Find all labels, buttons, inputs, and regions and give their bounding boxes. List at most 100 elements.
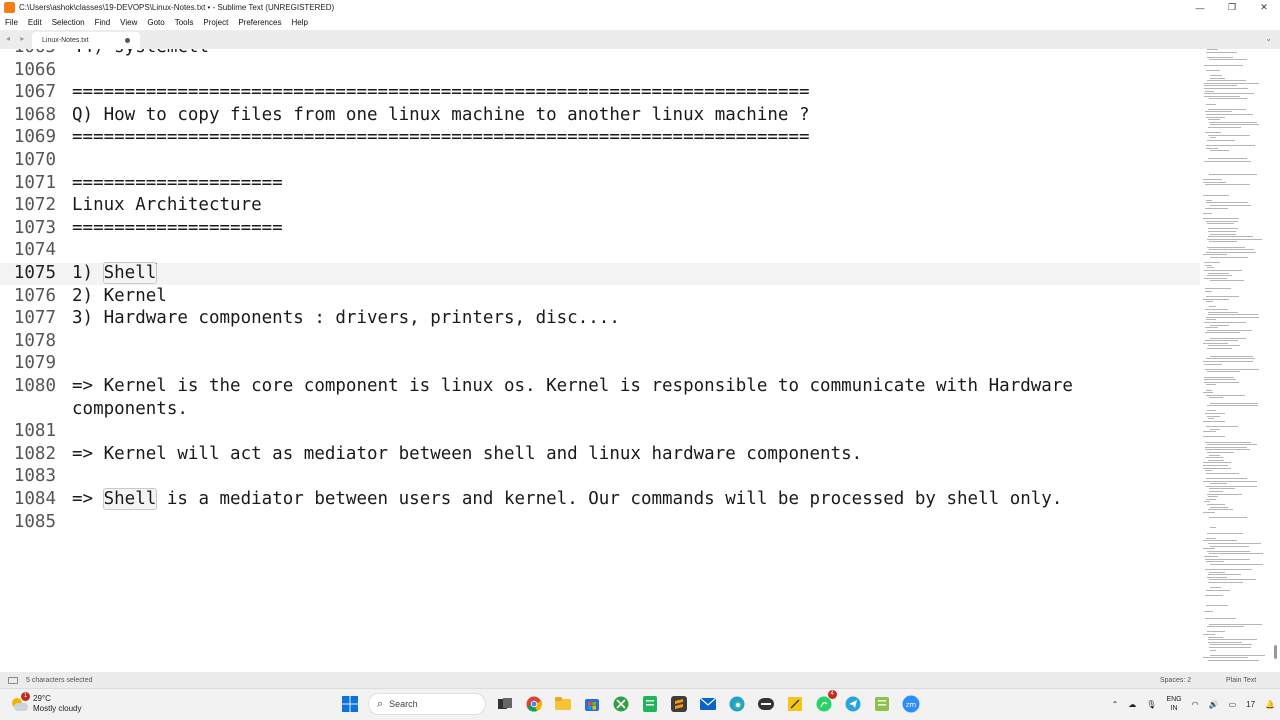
tab-nav-arrows[interactable]: ◂ ▸ [6,34,28,43]
line-text[interactable]: 3) Hardware components : drivers, printe… [72,308,620,328]
store-icon[interactable] [581,693,603,715]
minimap-line [1204,82,1259,84]
scroll-thumb[interactable] [1274,645,1277,659]
vertical-scrollbar[interactable] [1272,49,1280,669]
indentation-status[interactable]: Spaces: 2 [1160,677,1191,684]
clock-time[interactable]: 17 [1246,700,1255,709]
line-text[interactable]: ==================== [72,173,283,193]
minimize-button[interactable]: — [1184,0,1216,15]
volume-icon[interactable]: 🔊 [1209,700,1219,709]
minimap-line [1210,483,1227,485]
taskbar-search-input[interactable]: ⌕ Search [368,693,486,715]
menu-edit[interactable]: Edit [23,18,47,27]
editor-line[interactable]: 1069 ====================================… [0,127,1200,149]
microphone-icon[interactable]: 🎙 [1146,700,1156,709]
minimap-line [1205,111,1232,113]
line-text[interactable]: components. [72,399,188,419]
edge-icon[interactable] [726,693,748,715]
menu-view[interactable]: View [115,18,142,27]
wifi-icon[interactable]: ◠ [1192,700,1199,709]
panel-toggle-icon[interactable] [8,676,18,684]
battery-icon[interactable]: ▭ [1229,700,1237,709]
line-number: 1072 [13,195,56,216]
file-explorer-icon[interactable] [552,693,574,715]
line-text[interactable]: ========================================… [72,82,810,102]
line-text[interactable]: ========================================… [72,127,810,147]
editor-line[interactable]: 1080 => Kernel is the core component is l… [0,376,1200,398]
mail-icon[interactable] [697,693,719,715]
xbox-icon[interactable] [610,693,632,715]
line-text[interactable]: 44) systemctl [72,49,209,57]
sublime-text-icon[interactable] [668,693,690,715]
editor-line[interactable]: 1066 [0,60,1200,82]
tab-linux-notes[interactable]: Linux-Notes.txt [32,32,140,49]
editor-line[interactable]: 1075 1) Shell [0,262,1200,285]
menu-help[interactable]: Help [286,18,312,27]
editor-line[interactable]: 1076 2) Kernel [0,286,1200,308]
editor-line[interactable]: 1065 44) systemctl [0,49,1200,59]
editor-line[interactable]: 1083 [0,466,1200,488]
menu-file[interactable]: File [0,18,23,27]
minimap-line [1210,137,1216,139]
windows-start-icon[interactable] [339,693,361,715]
editor-line[interactable]: components. [0,399,1200,421]
notepad-green-icon[interactable] [639,693,661,715]
editor-line[interactable]: 1078 [0,331,1200,353]
media-player-icon[interactable] [755,693,777,715]
menu-selection[interactable]: Selection [47,18,90,27]
menu-goto[interactable]: Goto [142,18,169,27]
editor-area[interactable]: 1065 44) systemctl 10661067 ===============… [0,49,1200,669]
notifications-icon[interactable]: 🔔 [1265,700,1275,709]
editor-line[interactable]: 1070 [0,150,1200,172]
menu-find[interactable]: Find [90,18,116,27]
line-text[interactable]: 1) Shell [72,262,158,284]
syntax-status[interactable]: Plain Text [1226,677,1256,684]
line-text[interactable]: => Shell is a mediator between users and… [72,488,1062,510]
editor-line[interactable]: 1081 [0,421,1200,443]
telegram-icon[interactable] [842,693,864,715]
language-indicator[interactable]: ENG IN [1166,695,1181,713]
menu-preferences[interactable]: Preferences [233,18,286,27]
line-text[interactable]: 2) Kernel [72,286,167,306]
editor-line[interactable]: 1074 [0,240,1200,262]
notepadpp-icon[interactable] [871,693,893,715]
editor-line[interactable]: 1084 => Shell is a mediator between users… [0,488,1200,511]
editor-line[interactable]: 1071 ==================== [0,173,1200,195]
editor-line[interactable]: 1067 ====================================… [0,82,1200,104]
maximize-button[interactable]: ❐ [1216,0,1248,15]
task-view-icon[interactable] [494,693,516,715]
menu-tools[interactable]: Tools [170,18,199,27]
editor-line[interactable]: 1068 Q) How to copy files from one linux … [0,105,1200,127]
menu-project[interactable]: Project [198,18,233,27]
whatsapp-icon[interactable]: 4 [813,690,837,715]
line-number: 1081 [13,421,56,442]
selected-text[interactable]: Shell [102,262,158,284]
editor-line[interactable]: 1079 [0,353,1200,375]
line-text[interactable]: => Kernel will act as mediator between s… [72,444,862,464]
editor-line[interactable]: 1082 => Kernel will act as mediator betwe… [0,444,1200,466]
minimap-line [1203,465,1228,466]
minimap-line [1207,246,1245,248]
line-text[interactable]: Q) How to copy files from one linux mach… [72,105,810,125]
cloud-sync-icon[interactable]: ☁ [1128,700,1136,709]
minimap-line [1209,647,1251,648]
editor-line[interactable]: 1085 [0,512,1200,534]
minimap-line [1205,470,1212,472]
show-hidden-icons-icon[interactable]: ⌃ [1112,700,1119,709]
unsaved-dot-icon[interactable] [125,38,130,43]
tab-dropdown-icon[interactable]: ⌄ [1265,34,1272,43]
line-text[interactable]: ==================== [72,218,283,238]
line-text[interactable]: => Kernel is the core component is linux… [72,376,1073,396]
selected-text[interactable]: Shell [102,488,158,510]
line-text[interactable]: Linux Architecture [72,195,262,215]
editor-line[interactable]: 1072 Linux Architecture [0,195,1200,217]
sticky-notes-icon[interactable] [784,693,806,715]
minimap[interactable] [1200,49,1272,669]
close-button[interactable]: ✕ [1248,0,1280,15]
editor-line[interactable]: 1077 3) Hardware components : drivers, pr… [0,308,1200,330]
minimap-line [1210,205,1251,206]
weather-condition: Mostly cloudy [33,704,82,713]
chrome-icon[interactable] [523,693,545,715]
zoom-icon[interactable]: zm [900,693,922,715]
editor-line[interactable]: 1073 ==================== [0,218,1200,240]
